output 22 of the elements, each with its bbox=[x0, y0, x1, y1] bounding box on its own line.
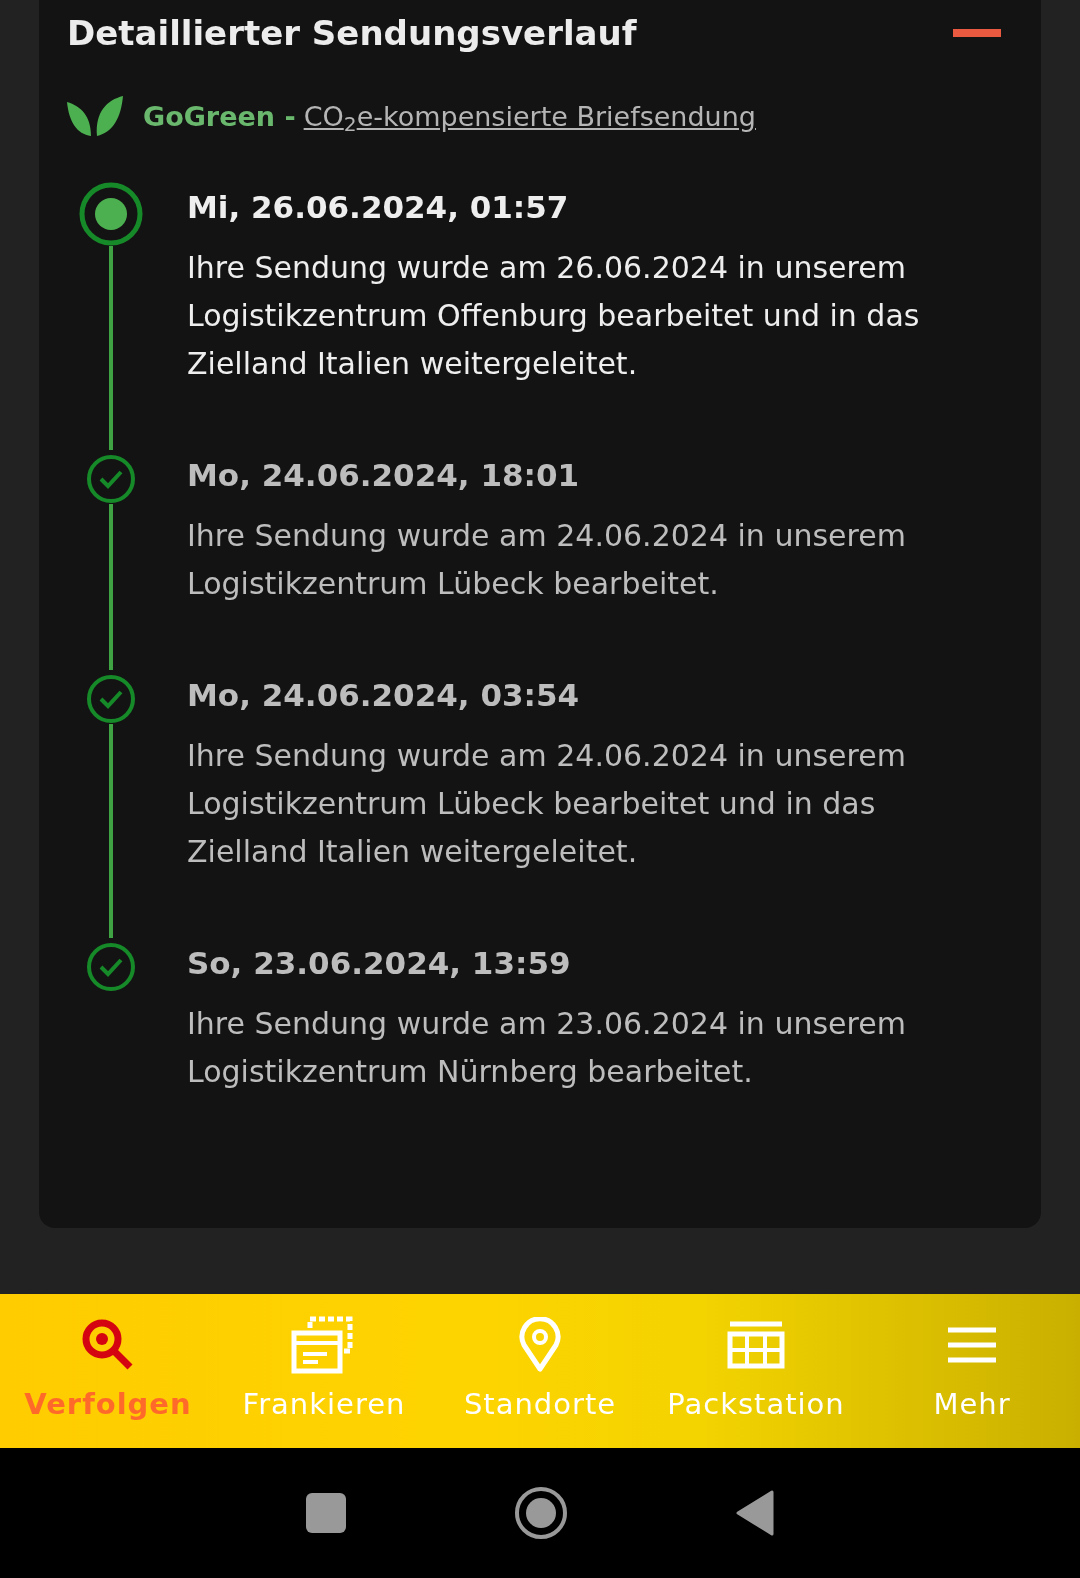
nav-tab[interactable]: Frankieren bbox=[216, 1294, 432, 1448]
event-description: Ihre Sendung wurde am 24.06.2024 in unserem Logistikzentrum Lübeck bearbeitet. bbox=[187, 517, 907, 603]
event-date: So, 23.06.2024, 13:59 bbox=[187, 944, 572, 983]
section-title: Detaillierter Sendungsverlauf bbox=[67, 12, 637, 55]
nav-tab[interactable]: Verfolgen bbox=[0, 1294, 216, 1448]
nav-tab[interactable]: Mehr bbox=[864, 1294, 1080, 1448]
location-pin-icon bbox=[518, 1317, 562, 1374]
back-button[interactable] bbox=[736, 1490, 774, 1536]
nav-tab[interactable]: Packstation bbox=[648, 1294, 864, 1448]
event-date: Mo, 24.06.2024, 18:01 bbox=[187, 456, 581, 495]
gogreen-label: GoGreen - bbox=[143, 99, 296, 134]
event-date: Mo, 24.06.2024, 03:54 bbox=[187, 676, 581, 715]
leaves-icon bbox=[67, 96, 123, 138]
event-description: Ihre Sendung wurde am 26.06.2024 in unserem Logistikzentrum Offenburg bearbeitet und in das Zielland Italien weitergeleitet. bbox=[187, 249, 921, 383]
compensation-link[interactable]: CO$_{2}$e-kompensierte Briefsendung bbox=[303, 96, 756, 138]
event-date: Mi, 26.06.2024, 01:57 bbox=[187, 188, 570, 227]
home-button[interactable] bbox=[514, 1486, 568, 1540]
event-description: Ihre Sendung wurde am 23.06.2024 in unserem Logistikzentrum Nürnberg bearbeitet. bbox=[187, 1005, 907, 1091]
lockers-icon bbox=[727, 1321, 785, 1370]
event-description: Ihre Sendung wurde am 24.06.2024 in unserem Logistikzentrum Lübeck bearbeitet und in das Zielland Italien weitergeleitet. bbox=[187, 737, 907, 871]
menu-icon bbox=[946, 1325, 998, 1366]
nav-tab[interactable]: Standorte bbox=[432, 1294, 648, 1448]
